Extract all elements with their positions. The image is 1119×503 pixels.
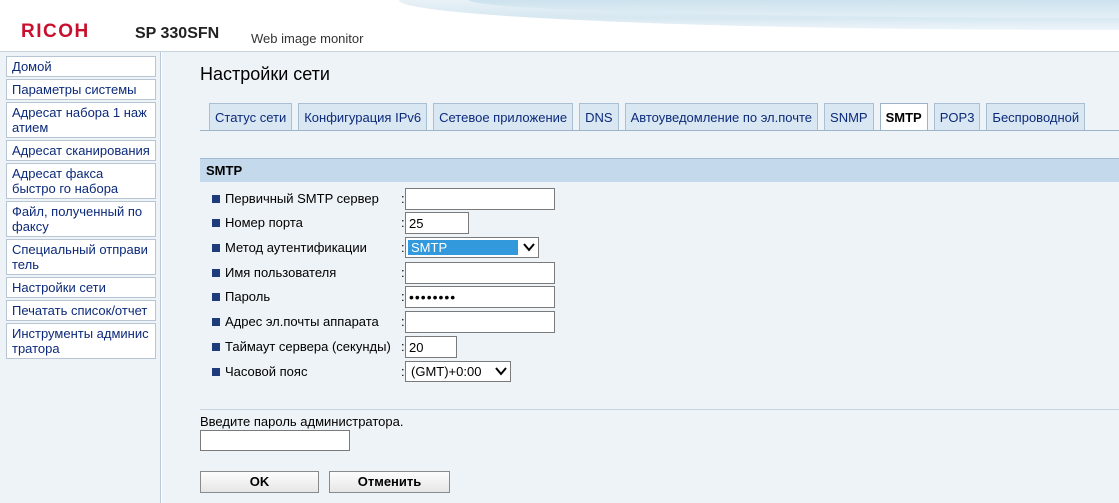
- chevron-down-icon: [523, 243, 535, 252]
- divider: [200, 409, 1119, 410]
- bullet-icon: [212, 219, 220, 227]
- sidebar-item-system-settings[interactable]: Параметры системы: [6, 79, 156, 100]
- username-input[interactable]: [405, 262, 555, 284]
- server-timeout-input[interactable]: [405, 336, 457, 358]
- form-row-device-email: Адрес эл.почты аппарата :: [212, 311, 712, 333]
- bullet-icon: [212, 244, 220, 252]
- cancel-button[interactable]: Отменить: [329, 471, 450, 493]
- tab-network-status[interactable]: Статус сети: [209, 103, 293, 130]
- admin-password-input[interactable]: [200, 430, 350, 451]
- sidebar-item-fax-speed-dial[interactable]: Адресат факса быстро го набора: [6, 163, 156, 199]
- sidebar-item-home[interactable]: Домой: [6, 56, 156, 77]
- timezone-select[interactable]: (GMT)+0:00: [405, 361, 511, 382]
- sidebar-item-received-fax-file[interactable]: Файл, полученный по факсу: [6, 201, 156, 237]
- auth-method-value: SMTP: [408, 240, 518, 255]
- admin-password-label: Введите пароль администратора.: [200, 414, 404, 429]
- form-row-timezone: Часовой пояс : (GMT)+0:00: [212, 361, 712, 383]
- sidebar-item-scan-destination[interactable]: Адресат сканирования: [6, 140, 156, 161]
- sidebar-item-special-sender[interactable]: Специальный отправи тель: [6, 239, 156, 275]
- primary-server-label: Первичный SMTP сервер: [225, 191, 379, 206]
- tab-dns[interactable]: DNS: [579, 103, 619, 130]
- tab-underline: [200, 130, 1119, 131]
- form-row-server-timeout: Таймаут сервера (секунды) :: [212, 336, 712, 358]
- header: RICOH SP 330SFN Web image monitor: [0, 0, 1119, 52]
- tab-bar: Статус сети Конфигурация IPv6 Сетевое пр…: [209, 103, 1091, 130]
- port-label: Номер порта: [225, 215, 303, 230]
- ricoh-logo: RICOH: [21, 21, 90, 42]
- ok-button[interactable]: OK: [200, 471, 319, 493]
- primary-server-input[interactable]: [405, 188, 555, 210]
- form-row-auth-method: Метод аутентификации : SMTP: [212, 237, 712, 259]
- form-row-primary-server: Первичный SMTP сервер :: [212, 188, 712, 210]
- password-input[interactable]: [405, 286, 555, 308]
- server-timeout-label: Таймаут сервера (секунды): [225, 339, 391, 354]
- app-subtitle: Web image monitor: [251, 31, 364, 46]
- form-row-password: Пароль :: [212, 286, 712, 308]
- bullet-icon: [212, 293, 220, 301]
- device-email-input[interactable]: [405, 311, 555, 333]
- form-row-port: Номер порта :: [212, 212, 712, 234]
- bullet-icon: [212, 318, 220, 326]
- section-header: SMTP: [200, 158, 1119, 182]
- tab-ipv6-config[interactable]: Конфигурация IPv6: [298, 103, 428, 130]
- sidebar-item-network-settings[interactable]: Настройки сети: [6, 277, 156, 298]
- bullet-icon: [212, 368, 220, 376]
- tab-pop3[interactable]: POP3: [933, 103, 981, 130]
- form-row-username: Имя пользователя :: [212, 262, 712, 284]
- page-title: Настройки сети: [200, 64, 330, 84]
- bullet-icon: [212, 343, 220, 351]
- model-name: SP 330SFN: [135, 25, 220, 42]
- bullet-icon: [212, 269, 220, 277]
- tab-snmp[interactable]: SNMP: [824, 103, 874, 130]
- tab-network-application[interactable]: Сетевое приложение: [433, 103, 574, 130]
- device-email-label: Адрес эл.почты аппарата: [225, 314, 379, 329]
- tab-smtp[interactable]: SMTP: [879, 103, 928, 130]
- timezone-label: Часовой пояс: [225, 364, 308, 379]
- chevron-down-icon: [495, 367, 507, 376]
- tab-email-notification[interactable]: Автоуведомление по эл.почте: [624, 103, 819, 130]
- auth-method-select[interactable]: SMTP: [405, 237, 539, 258]
- tab-wireless[interactable]: Беспроводной: [986, 103, 1086, 130]
- sidebar: Домой Параметры системы Адресат набора 1…: [0, 52, 161, 503]
- bullet-icon: [212, 195, 220, 203]
- sidebar-item-speed-dial-destination[interactable]: Адресат набора 1 наж атием: [6, 102, 156, 138]
- auth-method-label: Метод аутентификации: [225, 240, 367, 255]
- timezone-value: (GMT)+0:00: [411, 364, 482, 379]
- sidebar-item-print-list-report[interactable]: Печатать список/отчет: [6, 300, 156, 321]
- main-content: Настройки сети Статус сети Конфигурация …: [162, 52, 1119, 503]
- port-input[interactable]: [405, 212, 469, 234]
- username-label: Имя пользователя: [225, 265, 337, 280]
- sidebar-item-admin-tools[interactable]: Инструменты админис тратора: [6, 323, 156, 359]
- password-label: Пароль: [225, 289, 271, 304]
